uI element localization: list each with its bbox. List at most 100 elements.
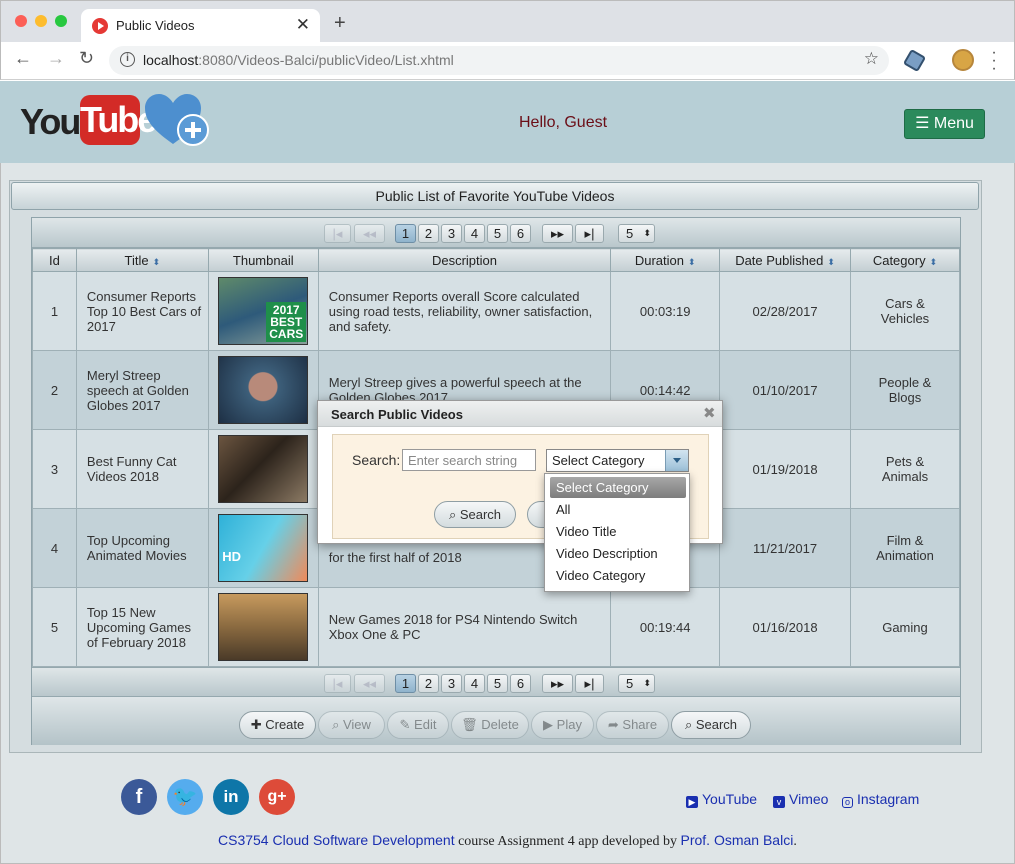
column-header-duration[interactable]: Duration ⬍ (610, 248, 721, 272)
page-5-button[interactable]: 5 (487, 224, 508, 243)
page-2-button[interactable]: 2 (418, 674, 439, 693)
page-3-button[interactable]: 3 (441, 224, 462, 243)
column-header-date-published[interactable]: Date Published ⬍ (719, 248, 851, 272)
reload-icon[interactable]: ↻ (79, 48, 94, 69)
last-page-button[interactable]: ▸| (575, 224, 604, 243)
extension-icon[interactable] (902, 48, 927, 73)
cell-id: 4 (32, 508, 77, 588)
address-bar[interactable]: i localhost:8080/Videos-Balci/publicVide… (109, 46, 889, 75)
page-4-button[interactable]: 4 (464, 224, 485, 243)
delete-button[interactable]: 🗑 Delete (451, 711, 529, 739)
prev-page-button[interactable]: ◂◂ (354, 224, 385, 243)
cell-title: Top Upcoming Animated Movies (75, 508, 209, 588)
category-select-value: Select Category (552, 453, 645, 468)
google-plus-icon[interactable]: g+ (259, 779, 295, 815)
page-5-button[interactable]: 5 (487, 674, 508, 693)
dialog-titlebar[interactable]: Search Public Videos ✖ (318, 401, 722, 427)
course-link[interactable]: CS3754 Cloud Software Development (218, 832, 455, 848)
column-header-category[interactable]: Category ⬍ (849, 248, 961, 272)
new-tab-icon[interactable]: + (334, 12, 346, 35)
chevron-down-icon[interactable] (665, 450, 688, 471)
thumbnail-overlay-text: 2017 BEST CARS (266, 302, 307, 342)
thumbnail-image[interactable] (218, 435, 309, 503)
instagram-link[interactable]: o Instagram (842, 791, 919, 808)
thumbnail-image[interactable] (218, 356, 309, 424)
forward-arrow-icon[interactable]: → (47, 48, 65, 69)
bookmark-star-icon[interactable]: ☆ (864, 49, 879, 69)
column-header-id: Id (32, 248, 77, 272)
cell-category: Pets & Animals (849, 429, 961, 509)
last-page-button[interactable]: ▸| (575, 674, 604, 693)
page-1-button[interactable]: 1 (395, 674, 416, 693)
browser-tab[interactable]: Public Videos ✕ (81, 9, 320, 43)
first-page-button[interactable]: |◂ (324, 674, 351, 693)
edit-button[interactable]: ✎ Edit (387, 711, 449, 739)
search-button[interactable]: ⌕ Search (671, 711, 751, 739)
cell-category: People & Blogs (849, 350, 961, 430)
sort-icon[interactable]: ⬍ (688, 257, 696, 267)
page-2-button[interactable]: 2 (418, 224, 439, 243)
close-window-button[interactable] (15, 15, 27, 27)
search-icon: ⌕ (332, 717, 343, 732)
youtube-icon: ▶ (686, 796, 698, 808)
first-page-button[interactable]: |◂ (324, 224, 351, 243)
page-6-button[interactable]: 6 (510, 674, 531, 693)
dialog-search-button[interactable]: ⌕ Search (434, 501, 516, 528)
cell-category: Film & Animation (849, 508, 961, 588)
column-header-title[interactable]: Title ⬍ (75, 248, 209, 272)
cell-duration: 00:03:19 (610, 271, 721, 351)
create-button[interactable]: ✚ Create (239, 711, 316, 739)
page-6-button[interactable]: 6 (510, 224, 531, 243)
panel-title: Public List of Favorite YouTube Videos (11, 182, 979, 210)
author-link[interactable]: Prof. Osman Balci (680, 832, 793, 848)
next-page-button[interactable]: ▸▸ (542, 674, 573, 693)
browser-menu-icon[interactable]: · · · (991, 45, 997, 77)
browser-tab-strip: Public Videos ✕ + (0, 0, 1015, 43)
paginator-bottom: |◂ ◂◂ 1 2 3 4 5 6 ▸▸ ▸| 5 ⬍ (32, 667, 960, 697)
menu-button[interactable]: ☰ Menu (904, 109, 985, 139)
vimeo-link[interactable]: v Vimeo (773, 791, 828, 808)
maximize-window-button[interactable] (55, 15, 67, 27)
dropdown-option[interactable]: Video Title (550, 521, 686, 542)
sort-icon[interactable]: ⬍ (930, 257, 938, 267)
thumbnail-image[interactable]: 2017 BEST CARS (218, 277, 309, 345)
next-page-button[interactable]: ▸▸ (542, 224, 573, 243)
play-button[interactable]: ▶ Play (531, 711, 594, 739)
thumbnail-image[interactable]: HD (218, 514, 309, 582)
dropdown-option[interactable]: Select Category (550, 477, 686, 498)
profile-avatar[interactable] (952, 49, 974, 71)
cell-thumbnail: 2017 BEST CARS (207, 271, 319, 351)
share-button[interactable]: ➦ Share (596, 711, 669, 739)
minimize-window-button[interactable] (35, 15, 47, 27)
search-icon: ⌕ (448, 507, 460, 522)
rows-per-page-select[interactable]: 5 ⬍ (618, 224, 655, 243)
dropdown-option[interactable]: Video Category (550, 565, 686, 586)
page-1-button[interactable]: 1 (395, 224, 416, 243)
info-icon[interactable]: i (120, 52, 135, 67)
close-tab-icon[interactable]: ✕ (296, 15, 310, 35)
youtube-link[interactable]: ▶ YouTube (686, 791, 757, 808)
facebook-icon[interactable]: f (121, 779, 157, 815)
linkedin-icon[interactable]: in (213, 779, 249, 815)
sort-icon[interactable]: ⬍ (153, 257, 161, 267)
search-input[interactable] (402, 449, 536, 471)
dialog-close-icon[interactable]: ✖ (703, 404, 716, 422)
logo-tube-text: Tube (80, 95, 157, 145)
table-row[interactable]: 5 Top 15 New Upcoming Games of February … (32, 587, 961, 667)
rows-per-page-select[interactable]: 5 ⬍ (618, 674, 655, 693)
footer-credit: CS3754 Cloud Software Development course… (218, 832, 797, 849)
dropdown-option[interactable]: Video Description (550, 543, 686, 564)
table-row[interactable]: 1 Consumer Reports Top 10 Best Cars of 2… (32, 271, 961, 351)
page-3-button[interactable]: 3 (441, 674, 462, 693)
cell-description: Consumer Reports overall Score calculate… (317, 271, 612, 351)
page-4-button[interactable]: 4 (464, 674, 485, 693)
dropdown-option[interactable]: All (550, 499, 686, 520)
view-button[interactable]: ⌕ View (318, 711, 385, 739)
category-select[interactable]: Select Category (546, 449, 689, 472)
sort-icon[interactable]: ⬍ (827, 257, 835, 267)
twitter-icon[interactable]: 🐦 (167, 779, 203, 815)
cell-duration: 00:19:44 (610, 587, 721, 667)
prev-page-button[interactable]: ◂◂ (354, 674, 385, 693)
back-arrow-icon[interactable]: ← (14, 48, 32, 69)
thumbnail-image[interactable] (218, 593, 309, 661)
